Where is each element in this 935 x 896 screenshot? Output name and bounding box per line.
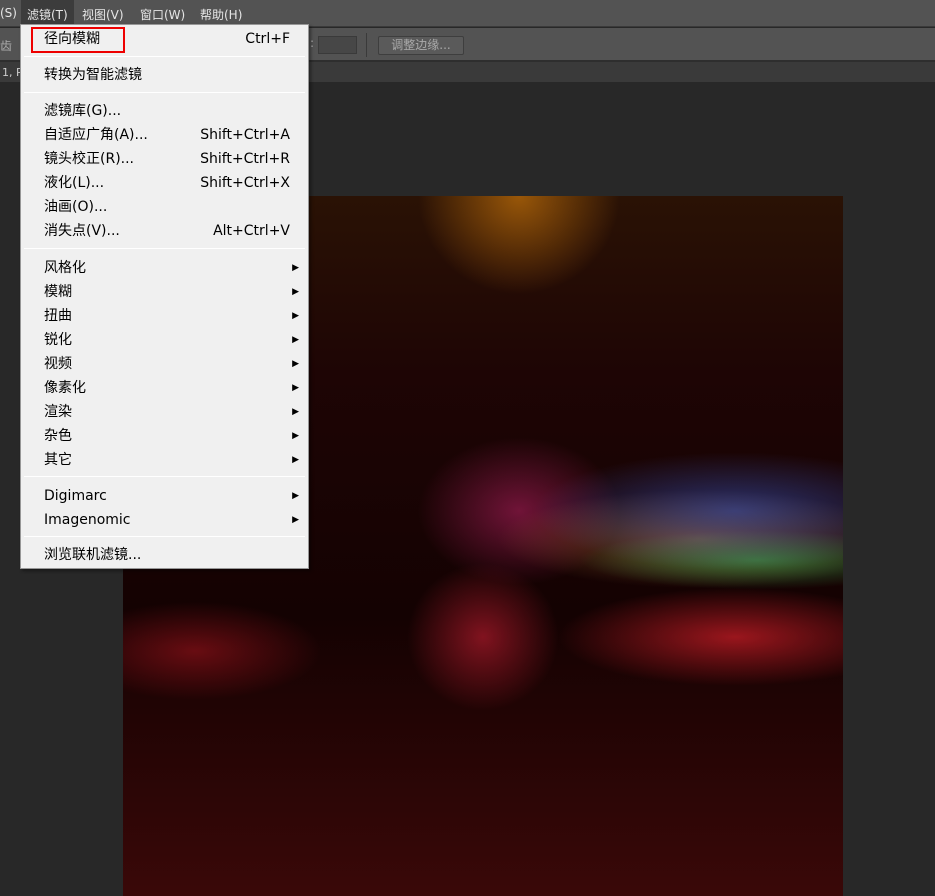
submenu-arrow-icon: ▶: [292, 431, 299, 441]
shortcut: Ctrl+F: [245, 31, 290, 47]
menu-item-vanishing-point[interactable]: 消失点(V)... Alt+Ctrl+V: [21, 219, 308, 243]
submenu-arrow-icon: ▶: [292, 491, 299, 501]
shortcut: Shift+Ctrl+A: [200, 127, 290, 143]
submenu-stylize[interactable]: 风格化 ▶: [21, 256, 308, 280]
label: 油画(O)...: [44, 199, 108, 215]
submenu-arrow-icon: ▶: [292, 263, 299, 273]
label: 滤镜库(G)...: [44, 103, 122, 119]
submenu-noise[interactable]: 杂色 ▶: [21, 424, 308, 448]
separator: [24, 476, 305, 477]
menu-item-liquify[interactable]: 液化(L)... Shift+Ctrl+X: [21, 171, 308, 195]
option-field[interactable]: [318, 36, 357, 54]
menu-window[interactable]: 窗口(W): [140, 6, 185, 23]
shortcut: Shift+Ctrl+R: [200, 151, 290, 167]
menu-item-filter-gallery[interactable]: 滤镜库(G)...: [21, 99, 308, 123]
menu-item-oil-paint[interactable]: 油画(O)...: [21, 195, 308, 219]
label: 杂色: [44, 428, 72, 444]
highlight-box: [31, 27, 125, 53]
submenu-video[interactable]: 视频 ▶: [21, 352, 308, 376]
label: 其它: [44, 452, 72, 468]
antialias-label: 齿: [0, 39, 13, 53]
submenu-arrow-icon: ▶: [292, 311, 299, 321]
label: 视频: [44, 356, 72, 372]
menu-item-lens-correction[interactable]: 镜头校正(R)... Shift+Ctrl+R: [21, 147, 308, 171]
submenu-other[interactable]: 其它 ▶: [21, 448, 308, 472]
submenu-sharpen[interactable]: 锐化 ▶: [21, 328, 308, 352]
label: 液化(L)...: [44, 175, 105, 191]
menu-view[interactable]: 视图(V): [82, 6, 124, 23]
shortcut: Alt+Ctrl+V: [213, 223, 290, 239]
divider: [366, 33, 367, 57]
menu-help[interactable]: 帮助(H): [200, 6, 242, 23]
submenu-blur[interactable]: 模糊 ▶: [21, 280, 308, 304]
submenu-distort[interactable]: 扭曲 ▶: [21, 304, 308, 328]
label: 镜头校正(R)...: [44, 151, 135, 167]
label: 渲染: [44, 404, 72, 420]
separator: [24, 56, 305, 57]
submenu-arrow-icon: ▶: [292, 359, 299, 369]
submenu-render[interactable]: 渲染 ▶: [21, 400, 308, 424]
label: 模糊: [44, 284, 72, 300]
field-colon: :: [310, 36, 315, 50]
label: 自适应广角(A)...: [44, 127, 148, 143]
menu-item-convert-smart-filter[interactable]: 转换为智能滤镜: [21, 63, 308, 87]
filter-menu: 径向模糊 Ctrl+F 转换为智能滤镜 滤镜库(G)... 自适应广角(A)...…: [20, 24, 309, 569]
label: 消失点(V)...: [44, 223, 120, 239]
label: Digimarc: [44, 488, 107, 504]
label: Imagenomic: [44, 512, 131, 528]
separator: [24, 92, 305, 93]
separator: [24, 248, 305, 249]
refine-edge-button[interactable]: 调整边缘...: [378, 36, 464, 55]
menu-item-adaptive-wide-angle[interactable]: 自适应广角(A)... Shift+Ctrl+A: [21, 123, 308, 147]
label: 风格化: [44, 260, 86, 276]
submenu-imagenomic[interactable]: Imagenomic ▶: [21, 508, 308, 532]
menu-filter[interactable]: 滤镜(T): [21, 0, 74, 27]
submenu-pixelate[interactable]: 像素化 ▶: [21, 376, 308, 400]
submenu-arrow-icon: ▶: [292, 455, 299, 465]
submenu-arrow-icon: ▶: [292, 515, 299, 525]
label: 锐化: [44, 332, 72, 348]
submenu-digimarc[interactable]: Digimarc ▶: [21, 484, 308, 508]
submenu-arrow-icon: ▶: [292, 407, 299, 417]
shortcut: Shift+Ctrl+X: [200, 175, 290, 191]
menu-bar: (S) 滤镜(T) 视图(V) 窗口(W) 帮助(H): [0, 0, 935, 27]
label: 扭曲: [44, 308, 72, 324]
separator: [24, 536, 305, 537]
submenu-arrow-icon: ▶: [292, 335, 299, 345]
label: 浏览联机滤镜...: [44, 547, 142, 563]
menu-item-browse-online-filters[interactable]: 浏览联机滤镜...: [21, 543, 308, 567]
submenu-arrow-icon: ▶: [292, 383, 299, 393]
label: 转换为智能滤镜: [44, 67, 142, 83]
label: 像素化: [44, 380, 86, 396]
submenu-arrow-icon: ▶: [292, 287, 299, 297]
menu-select[interactable]: (S): [0, 6, 17, 20]
